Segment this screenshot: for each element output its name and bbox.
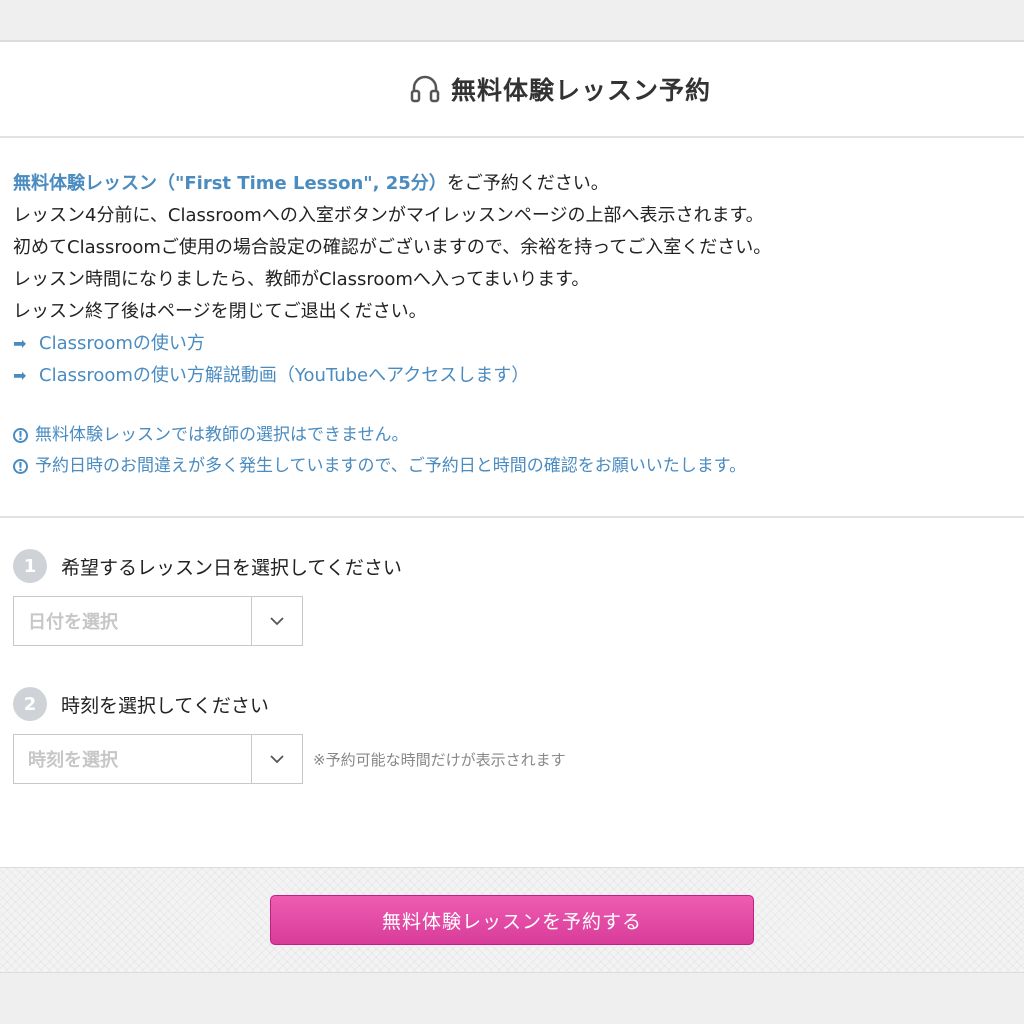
- time-hint: ※予約可能な時間だけが表示されます: [313, 750, 566, 769]
- info-section: 無料体験レッスン（"First Time Lesson", 25分）をご予約くだ…: [0, 138, 1024, 482]
- exclamation-circle-icon: !: [13, 459, 28, 474]
- date-select[interactable]: 日付を選択: [13, 596, 303, 646]
- lead-rest: をご予約ください。: [446, 173, 609, 194]
- link-label: Classroomの使い方: [39, 333, 205, 354]
- time-select-placeholder: 時刻を選択: [14, 735, 252, 783]
- page-header: 無料体験レッスン予約: [0, 42, 1024, 138]
- headphones-icon: [409, 73, 441, 105]
- select-row: 日付を選択: [13, 596, 1024, 646]
- link-label: Classroomの使い方解説動画（YouTubeへアクセスします）: [39, 365, 530, 386]
- chevron-down-icon[interactable]: [252, 735, 302, 783]
- time-step: 2 時刻を選択してください 時刻を選択 ※予約可能な時間だけが表示されます: [13, 686, 1024, 784]
- arrow-right-icon: ➡: [13, 334, 27, 353]
- note-item: ! 無料体験レッスンでは教師の選択はできません。: [13, 420, 1024, 451]
- booking-form: 1 希望するレッスン日を選択してください 日付を選択 2 時刻を選択してください: [0, 518, 1024, 784]
- note-text: 予約日時のお間違えが多く発生していますので、ご予約日と時間の確認をお願いいたしま…: [35, 456, 747, 476]
- step-number-badge: 2: [13, 687, 47, 721]
- notes: ! 無料体験レッスンでは教師の選択はできません。 ! 予約日時のお間違えが多く発…: [13, 420, 1024, 482]
- date-select-placeholder: 日付を選択: [14, 597, 252, 645]
- time-select[interactable]: 時刻を選択: [13, 734, 303, 784]
- info-line: 初めてClassroomご使用の場合設定の確認がございますので、余裕を持ってご入…: [13, 237, 772, 258]
- note-text: 無料体験レッスンでは教師の選択はできません。: [35, 425, 409, 445]
- step-label: 2 時刻を選択してください: [13, 686, 1024, 722]
- note-item: ! 予約日時のお間違えが多く発生していますので、ご予約日と時間の確認をお願いいた…: [13, 451, 1024, 482]
- info-line: レッスン4分前に、Classroomへの入室ボタンがマイレッスンページの上部へ表…: [13, 205, 764, 226]
- classroom-video-link[interactable]: ➡ Classroomの使い方解説動画（YouTubeへアクセスします）: [13, 360, 1024, 392]
- step-number-badge: 1: [13, 549, 47, 583]
- lead-text: 無料体験レッスン（"First Time Lesson", 25分）をご予約くだ…: [13, 168, 1024, 200]
- info-line: レッスン終了後はページを閉じてご退出ください。: [13, 301, 427, 322]
- select-row: 時刻を選択 ※予約可能な時間だけが表示されます: [13, 734, 1024, 784]
- date-step: 1 希望するレッスン日を選択してください 日付を選択: [13, 548, 1024, 646]
- chevron-down-icon[interactable]: [252, 597, 302, 645]
- booking-card: 無料体験レッスン予約 無料体験レッスン（"First Time Lesson",…: [0, 40, 1024, 973]
- page-title: 無料体験レッスン予約: [450, 76, 711, 105]
- step-label-text: 希望するレッスン日を選択してください: [61, 556, 402, 579]
- step-label: 1 希望するレッスン日を選択してください: [13, 548, 1024, 584]
- arrow-right-icon: ➡: [13, 366, 27, 385]
- lead-emphasis: 無料体験レッスン（"First Time Lesson", 25分）: [13, 173, 447, 194]
- classroom-guide-link[interactable]: ➡ Classroomの使い方: [13, 328, 1024, 360]
- book-trial-lesson-button[interactable]: 無料体験レッスンを予約する: [270, 895, 754, 945]
- footer-bar: 無料体験レッスンを予約する: [0, 867, 1024, 972]
- info-line: レッスン時間になりましたら、教師がClassroomへ入ってまいります。: [13, 269, 590, 290]
- step-label-text: 時刻を選択してください: [61, 694, 269, 717]
- exclamation-circle-icon: !: [13, 428, 28, 443]
